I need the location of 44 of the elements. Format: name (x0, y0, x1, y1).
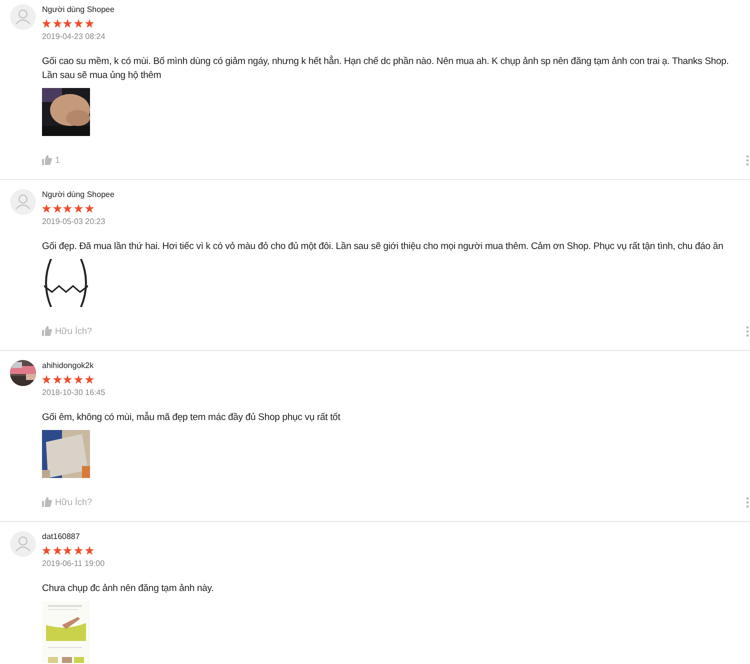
review-text: Chưa chụp đc ảnh nên đăng tạm ảnh này. (42, 582, 215, 596)
star-icon (84, 18, 94, 28)
star-icon (42, 204, 51, 212)
avatar-icon (10, 531, 36, 557)
star-icon (74, 204, 84, 212)
star-icon (63, 374, 72, 384)
thumbs-up-icon (42, 326, 52, 336)
star-icon (63, 204, 72, 212)
thumbs-up-icon (42, 497, 52, 507)
author-name: Người dùng Shopee (42, 4, 114, 16)
star-icon (52, 374, 62, 384)
more-icon[interactable] (746, 154, 749, 166)
star-icon (74, 18, 84, 28)
author-name: dat160887 (42, 531, 80, 543)
author-name: Người dùng Shopee (42, 189, 114, 201)
star-icon (42, 374, 51, 384)
helpful-button[interactable]: Hữu Ích? (42, 496, 92, 508)
star-icon (52, 546, 62, 554)
star-icon (63, 18, 72, 28)
author-name: ahihidongok2k (42, 360, 94, 372)
review-text: Gối đẹp. Đã mua lần thứ hai. Hơi tiếc vì k có vỏ màu đỏ cho đủ một đôi. Lần sau sẽ giới thiệu cho mọi người mua thêm. Cảm ơn Shop. Phục vụ rất tận tình, chu đáo ân (42, 240, 724, 254)
star-icon (84, 546, 94, 554)
star-icon (74, 546, 84, 554)
star-icon (42, 18, 51, 28)
review-text: Gối êm, không có mùi, mẫu mã đẹp tem mác đầy đủ Shop phục vụ rất tốt (42, 411, 342, 425)
review-date: 2019-06-11 19:00 (42, 558, 105, 570)
more-icon[interactable] (746, 326, 749, 336)
review-date: 2019-04-23 08:24 (42, 31, 106, 43)
star-icon (42, 546, 51, 554)
star-icon (63, 546, 72, 554)
thumbs-up-icon (42, 155, 52, 165)
helpful-button[interactable]: 1 (42, 154, 60, 166)
star-icon (52, 18, 62, 28)
review-text: Gối cao su mềm, k có mùi. Bố mình dùng có giảm ngáy, nhưng k hết hẳn. Hạn chế dc phần nào. Nên mua ah. K chụp ảnh sp nên đăng tạm ảnh con trai ạ. Thanks Shop. Lần sau sẽ mua ủng hộ thêm (42, 55, 730, 83)
star-icon (84, 374, 94, 384)
star-icon (84, 204, 94, 212)
helpful-button[interactable]: Hữu Ích? (42, 325, 92, 337)
avatar-icon (10, 189, 36, 215)
avatar-icon (10, 4, 36, 30)
star-icon (52, 204, 62, 212)
review-date: 2018-10-30 16:45 (42, 387, 106, 399)
more-icon[interactable] (746, 496, 749, 508)
star-icon (74, 374, 84, 384)
review-date: 2019-05-03 20:23 (42, 216, 106, 228)
